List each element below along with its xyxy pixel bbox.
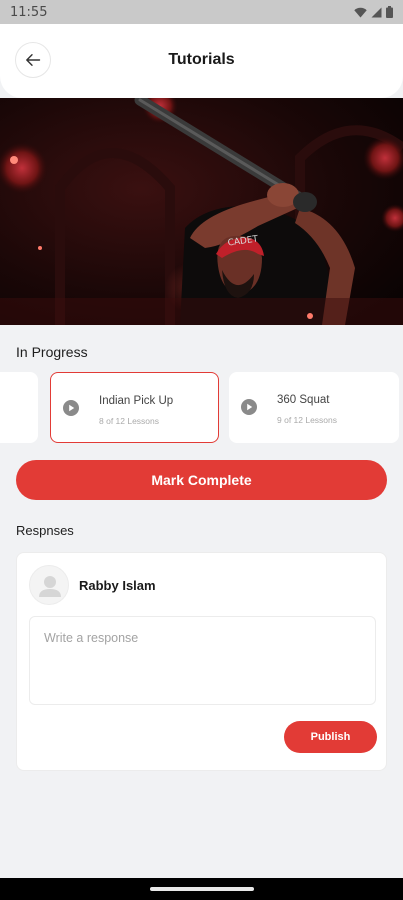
lesson-title: Indian Pick Up — [99, 395, 174, 407]
in-progress-carousel[interactable]: Indian Pick Up 8 of 12 Lessons 360 Squat… — [0, 371, 403, 444]
publish-button[interactable]: Publish — [284, 721, 377, 753]
play-icon — [63, 400, 79, 416]
signal-icon — [371, 7, 382, 17]
lesson-progress: 8 of 12 Lessons — [99, 416, 160, 426]
wifi-icon — [354, 7, 367, 17]
video-player[interactable]: CADET — [0, 98, 403, 325]
page-title: Tutorials — [168, 51, 235, 68]
status-icons — [354, 6, 393, 18]
home-handle[interactable] — [150, 887, 254, 891]
play-icon — [241, 399, 257, 415]
status-bar: 11:55 — [0, 0, 403, 24]
lesson-title: 360 Squat — [277, 394, 330, 406]
app-header: Tutorials — [0, 24, 403, 98]
video-frame: CADET — [0, 98, 403, 325]
responses-title: Respnses — [16, 523, 74, 538]
lesson-card[interactable]: 360 Squat 9 of 12 Lessons — [229, 372, 399, 443]
system-nav-bar — [0, 878, 403, 900]
lesson-card-active[interactable]: Indian Pick Up 8 of 12 Lessons — [50, 372, 219, 443]
lesson-progress: 9 of 12 Lessons — [277, 415, 338, 425]
avatar — [29, 565, 69, 605]
lesson-card[interactable] — [0, 372, 38, 443]
user-icon — [39, 576, 61, 597]
response-card: Rabby Islam Publish — [16, 552, 387, 771]
mark-complete-button[interactable]: Mark Complete — [16, 460, 387, 500]
user-name: Rabby Islam — [79, 578, 156, 593]
battery-icon — [386, 6, 393, 18]
in-progress-title: In Progress — [16, 344, 88, 360]
response-input[interactable] — [29, 616, 376, 705]
status-time: 11:55 — [10, 4, 48, 20]
